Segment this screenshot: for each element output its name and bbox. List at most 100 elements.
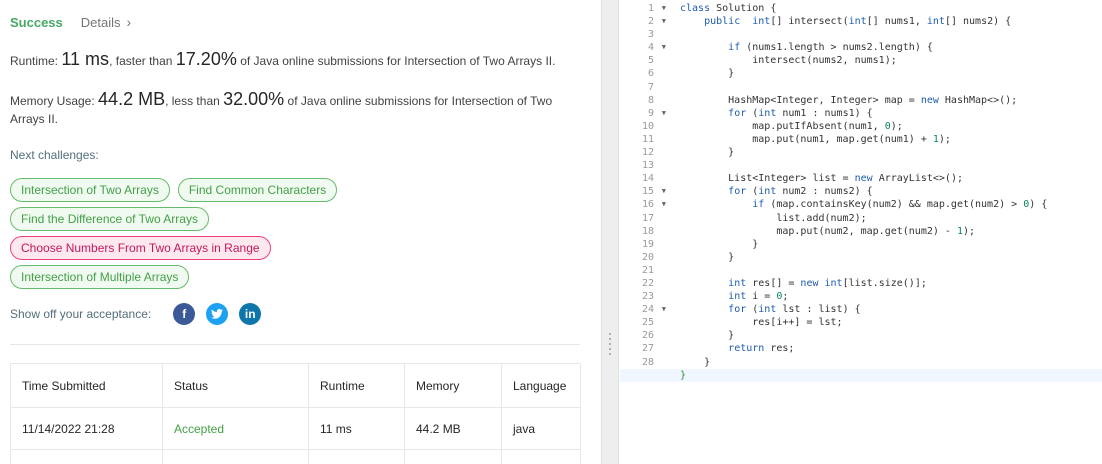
cell-empty — [11, 450, 163, 464]
code-line: } — [680, 251, 735, 263]
memory-percent: 32.00% — [223, 89, 285, 109]
code-line: res[i++] = lst; — [680, 317, 843, 329]
share-row: Show off your acceptance: f in — [10, 303, 272, 325]
code-line: for (int lst : list) { — [728, 304, 861, 316]
memory-stat: Memory Usage: 44.2 MB, less than 32.00% … — [10, 90, 580, 128]
line-number: 22 — [641, 277, 654, 289]
memory-mid: , less than — [165, 94, 220, 108]
cell-status-link[interactable]: Accepted — [163, 408, 309, 450]
line-number: 15 ▼ — [641, 185, 666, 198]
header-status[interactable]: Status — [163, 364, 309, 408]
header-language[interactable]: Language — [502, 364, 581, 408]
fold-arrow-icon[interactable]: ▼ — [662, 107, 666, 120]
cell-language: java — [502, 408, 581, 450]
chevron-right-icon: › — [126, 14, 132, 30]
code-line: } — [680, 68, 735, 80]
facebook-icon[interactable]: f — [173, 303, 196, 325]
tab-success[interactable]: Success — [10, 15, 63, 30]
cell-empty — [309, 450, 405, 464]
linkedin-icon[interactable]: in — [239, 303, 262, 325]
line-number: 14 — [641, 173, 654, 185]
line-number: 3 — [647, 29, 654, 41]
code-content[interactable]: class Solution { public int[] intersect(… — [620, 2, 1102, 382]
code-line: List<Integer> list = new ArrayList<>(); — [680, 173, 963, 185]
line-number: 7 — [647, 81, 654, 93]
code-line: } — [680, 356, 711, 368]
line-number: 10 — [641, 120, 654, 132]
line-number: 21 — [641, 264, 654, 276]
line-number: 11 — [641, 133, 654, 145]
line-number: 2 ▼ — [647, 15, 666, 28]
code-line: intersect(nums2, nums1); — [680, 55, 897, 67]
share-label: Show off your acceptance: — [10, 307, 152, 321]
line-number: 13 — [641, 160, 654, 172]
runtime-value: 11 ms — [61, 49, 110, 69]
runtime-mid: , faster than — [109, 54, 173, 68]
fold-arrow-icon[interactable]: ▼ — [662, 15, 666, 28]
code-line: map.putIfAbsent(num1, 0); — [680, 120, 903, 132]
line-number: 4 ▼ — [647, 41, 666, 54]
runtime-tail: of Java online submissions for Intersect… — [240, 54, 556, 68]
code-line: for (int num2 : nums2) { — [728, 186, 873, 198]
line-number: 9 ▼ — [647, 107, 666, 120]
code-line: int i = 0; — [728, 291, 789, 303]
code-editor[interactable]: 1 ▼ 2 ▼ 3 4 ▼ 5 6 7 8 9 ▼ 10 11 12 13 14 15 ▼ 16 ▼ 17 18 19 20 21 2… — [620, 0, 1102, 464]
fold-arrow-icon[interactable]: ▼ — [662, 185, 666, 198]
code-line: } — [680, 330, 735, 342]
tab-details[interactable]: Details › — [81, 14, 131, 30]
fold-arrow-icon[interactable]: ▼ — [662, 41, 666, 54]
runtime-percent: 17.20% — [175, 49, 237, 69]
line-number: 25 — [641, 317, 654, 329]
table-row: 11/14/2022 21:28 Accepted 11 ms 44.2 MB … — [11, 408, 581, 450]
result-tabs: Success Details › — [10, 12, 131, 32]
code-line: class Solution { — [680, 3, 777, 14]
linkedin-glyph: in — [244, 307, 256, 321]
next-challenges-label: Next challenges: — [10, 148, 99, 162]
code-line-active: } — [620, 368, 1102, 382]
table-header-row: Time Submitted Status Runtime Memory Lan… — [11, 364, 581, 408]
line-number: 28 — [641, 356, 654, 368]
header-memory[interactable]: Memory — [405, 364, 502, 408]
memory-label: Memory Usage: — [10, 94, 95, 108]
line-number: 8 — [647, 94, 654, 106]
line-number: 12 — [641, 147, 654, 159]
cell-memory: 44.2 MB — [405, 408, 502, 450]
fold-arrow-icon[interactable]: ▼ — [662, 198, 666, 211]
tab-details-label: Details — [80, 14, 121, 30]
code-line: if (nums1.length > nums2.length) { — [728, 42, 933, 54]
cell-time-submitted: 11/14/2022 21:28 — [11, 408, 163, 450]
challenge-chip[interactable]: Find Common Characters — [177, 178, 338, 202]
runtime-stat: Runtime: 11 ms, faster than 17.20% of Ja… — [10, 50, 580, 70]
challenge-chip[interactable]: Intersection of Multiple Arrays — [10, 265, 190, 289]
code-line: } — [680, 147, 735, 159]
challenge-chip-hard[interactable]: Choose Numbers From Two Arrays in Range — [10, 236, 271, 260]
code-line: for (int num1 : nums1) { — [728, 107, 873, 119]
challenge-chip[interactable]: Intersection of Two Arrays — [10, 178, 170, 202]
fold-arrow-icon[interactable]: ▼ — [662, 2, 666, 15]
pane-resize-handle[interactable] — [601, 0, 619, 464]
divider — [10, 344, 580, 345]
table-row — [11, 450, 581, 464]
line-number: 18 — [641, 225, 654, 237]
cell-empty — [163, 450, 309, 464]
twitter-bird-icon — [211, 309, 224, 319]
cell-empty — [405, 450, 502, 464]
submissions-table: Time Submitted Status Runtime Memory Lan… — [10, 363, 581, 464]
code-line: if (map.containsKey(num2) && map.get(num… — [752, 199, 1048, 211]
header-runtime[interactable]: Runtime — [309, 364, 405, 408]
line-number: 20 — [641, 251, 654, 263]
challenge-chip[interactable]: Find the Difference of Two Arrays — [10, 207, 209, 231]
fold-arrow-icon[interactable]: ▼ — [662, 303, 666, 316]
cell-empty — [502, 450, 581, 464]
code-line: int res[] = new int[list.size()]; — [728, 277, 927, 289]
line-number: 16 ▼ — [641, 198, 666, 211]
runtime-label: Runtime: — [10, 54, 59, 68]
twitter-icon[interactable] — [206, 303, 229, 325]
header-time-submitted[interactable]: Time Submitted — [11, 364, 163, 408]
line-number: 1 ▼ — [647, 2, 666, 15]
code-line: public int[] intersect(int[] nums1, int[… — [704, 16, 1012, 28]
code-line: map.put(num1, map.get(num1) + 1); — [680, 133, 951, 145]
